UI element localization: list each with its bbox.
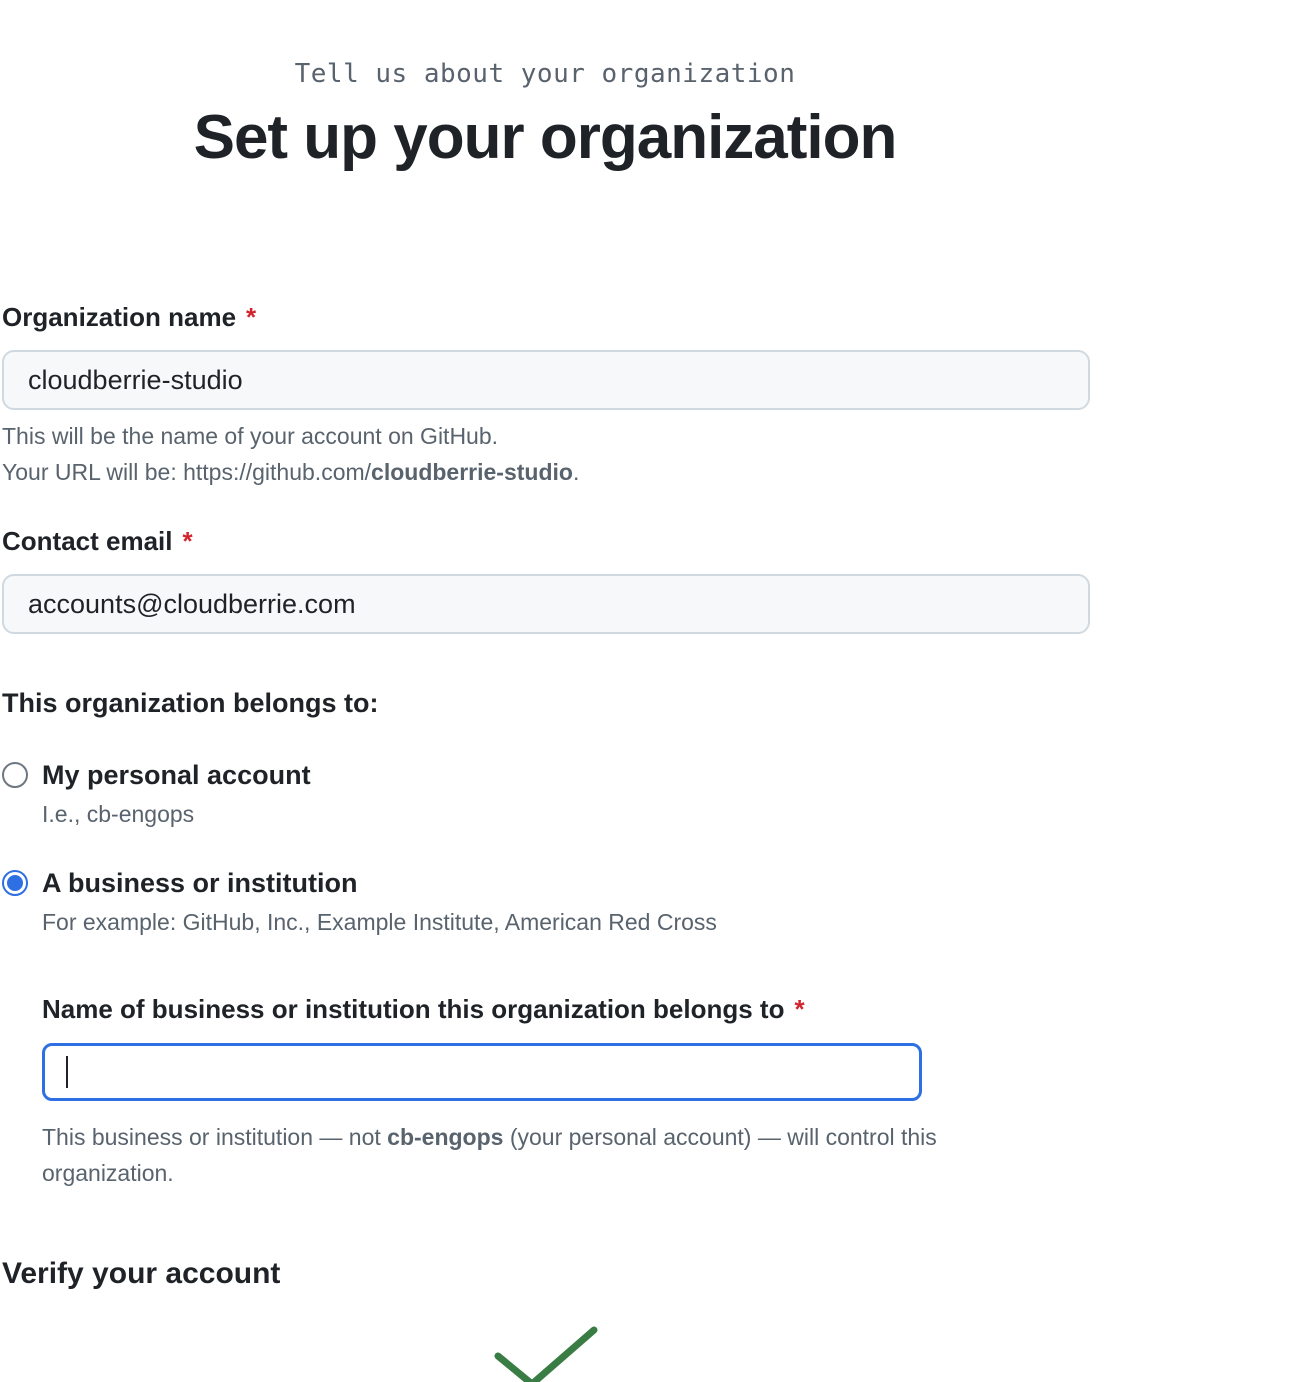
business-hint-suffix: (your personal account) — will control t… [503, 1124, 937, 1150]
radio-personal-account-description: I.e., cb-engops [42, 801, 195, 827]
org-url-suffix: . [572, 459, 580, 485]
org-name-hint: This will be the name of your account on… [2, 418, 579, 490]
business-name-hint-line1: This business or institution — not cb-en… [42, 1119, 1082, 1155]
page: Tell us about your organization Set up y… [0, 0, 1304, 1382]
contact-email-label: Contact email * [2, 524, 193, 558]
contact-email-label-text: Contact email [2, 526, 173, 556]
radio-business-institution-description: For example: GitHub, Inc., Example Insti… [42, 909, 717, 935]
radio-personal-account[interactable] [2, 762, 28, 788]
text-caret [66, 1056, 68, 1088]
business-hint-account: cb-engops [387, 1124, 504, 1150]
required-mark: * [182, 526, 193, 556]
business-hint-prefix: This business or institution — not [42, 1124, 388, 1150]
org-url-name: cloudberrie-studio [371, 459, 573, 485]
radio-personal-account-label[interactable]: My personal account [42, 758, 311, 792]
page-eyebrow: Tell us about your organization [294, 59, 796, 89]
org-name-label-text: Organization name [2, 302, 237, 332]
radio-business-institution-label[interactable]: A business or institution [42, 866, 358, 900]
org-name-input[interactable] [2, 350, 1090, 410]
org-name-label: Organization name * [2, 300, 256, 334]
contact-email-input[interactable] [2, 574, 1090, 634]
page-title: Set up your organization [193, 103, 898, 172]
required-mark: * [794, 994, 805, 1024]
required-mark: * [246, 302, 257, 332]
business-name-label: Name of business or institution this org… [42, 992, 805, 1026]
business-name-input[interactable] [42, 1043, 922, 1101]
org-url-prefix: Your URL will be: https://github.com/ [2, 459, 372, 485]
org-name-hint-line: This will be the name of your account on… [2, 423, 499, 449]
business-name-hint-line2: organization. [42, 1160, 174, 1186]
radio-business-institution[interactable] [2, 870, 28, 896]
verify-account-title: Verify your account [2, 1257, 281, 1290]
org-url-hint: Your URL will be: https://github.com/clo… [2, 454, 579, 490]
page-header: Tell us about your organization Set up y… [0, 52, 1090, 180]
belongs-to-title: This organization belongs to: [2, 688, 379, 718]
business-name-label-text: Name of business or institution this org… [42, 994, 785, 1024]
business-name-hint: This business or institution — not cb-en… [42, 1119, 1082, 1191]
checkmark-icon [490, 1318, 610, 1382]
